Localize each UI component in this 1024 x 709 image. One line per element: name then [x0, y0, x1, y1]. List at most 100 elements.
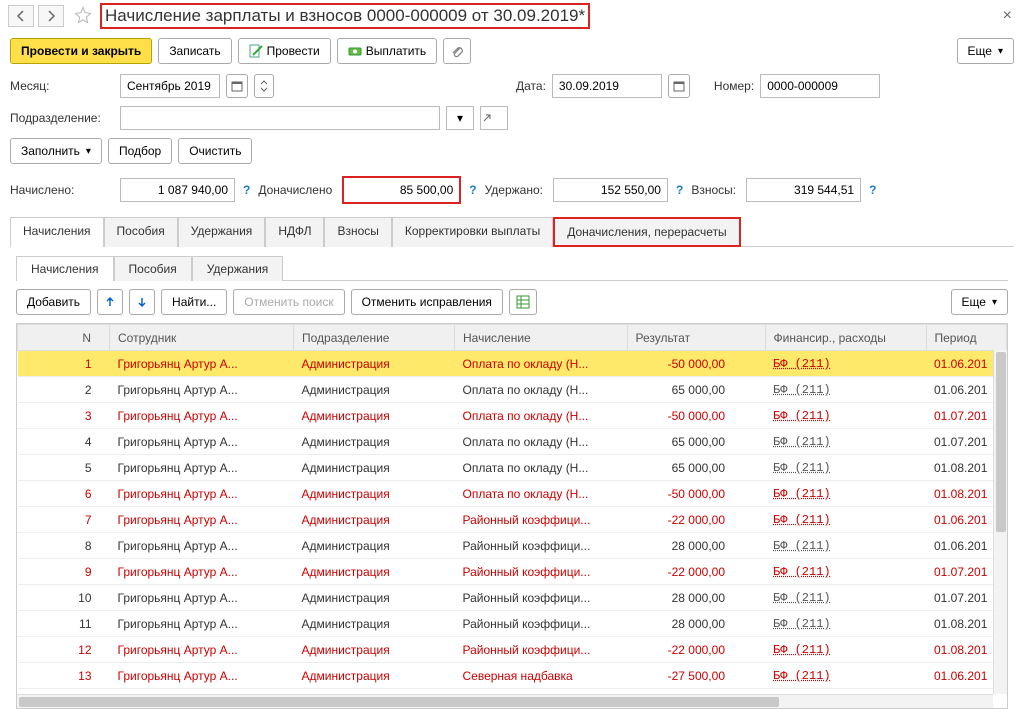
save-button[interactable]: Записать [158, 38, 231, 64]
accrued-help[interactable]: ? [241, 183, 252, 197]
col-result[interactable]: Результат [627, 325, 765, 351]
post-and-close-button[interactable]: Провести и закрыть [10, 38, 152, 64]
contributions-help[interactable]: ? [867, 183, 878, 197]
nav-forward-button[interactable] [38, 5, 64, 27]
cell-n: 11 [18, 611, 110, 637]
additional-help[interactable]: ? [467, 183, 478, 197]
tab-deductions[interactable]: Удержания [178, 217, 266, 247]
withheld-help[interactable]: ? [674, 183, 685, 197]
pay-button[interactable]: Выплатить [337, 38, 438, 64]
fill-button[interactable]: Заполнить [10, 138, 102, 164]
add-row-button[interactable]: Добавить [16, 289, 91, 315]
cell-employee: Григорьянц Артур А... [110, 429, 294, 455]
tab-contributions[interactable]: Взносы [324, 217, 391, 247]
cell-n: 4 [18, 429, 110, 455]
tab-ndfl[interactable]: НДФЛ [265, 217, 324, 247]
tab-benefits[interactable]: Пособия [104, 217, 178, 247]
col-accrual[interactable]: Начисление [455, 325, 628, 351]
department-dropdown-button[interactable]: ▾ [446, 106, 474, 130]
table-row[interactable]: 1Григорьянц Артур А...АдминистрацияОплат… [18, 351, 1007, 377]
cell-employee: Григорьянц Артур А... [110, 481, 294, 507]
pay-icon [348, 44, 362, 58]
horizontal-scrollbar[interactable] [17, 694, 993, 708]
col-financing[interactable]: Финансир., расходы [765, 325, 926, 351]
main-tabs: Начисления Пособия Удержания НДФЛ Взносы… [10, 216, 1014, 247]
cancel-corrections-button[interactable]: Отменить исправления [351, 289, 503, 315]
sub-tabs: Начисления Пособия Удержания [16, 255, 1008, 281]
month-input[interactable] [120, 74, 220, 98]
clear-button[interactable]: Очистить [178, 138, 252, 164]
table-row[interactable]: 4Григорьянц Артур А...АдминистрацияОплат… [18, 429, 1007, 455]
col-n[interactable]: N [18, 325, 110, 351]
tab-recalculations[interactable]: Доначисления, перерасчеты [553, 217, 740, 247]
table-row[interactable]: 10Григорьянц Артур А...АдминистрацияРайо… [18, 585, 1007, 611]
table-more-button[interactable]: Еще [951, 289, 1008, 315]
cell-accrual: Оплата по окладу (Н... [455, 351, 628, 377]
table-row[interactable]: 5Григорьянц Артур А...АдминистрацияОплат… [18, 455, 1007, 481]
table-row[interactable]: 13Григорьянц Артур А...АдминистрацияСеве… [18, 663, 1007, 689]
more-button[interactable]: Еще [957, 38, 1014, 64]
select-button[interactable]: Подбор [108, 138, 172, 164]
cell-accrual: Районный коэффици... [455, 507, 628, 533]
cell-n: 5 [18, 455, 110, 481]
table-row[interactable]: 9Григорьянц Артур А...АдминистрацияРайон… [18, 559, 1007, 585]
cell-accrual: Районный коэффици... [455, 637, 628, 663]
month-calendar-button[interactable] [226, 74, 248, 98]
tab-corrections[interactable]: Корректировки выплаты [392, 217, 553, 247]
cell-accrual: Районный коэффици... [455, 559, 628, 585]
stepper-icon [259, 80, 269, 92]
post-button[interactable]: Провести [238, 38, 331, 64]
cell-accrual: Районный коэффици... [455, 611, 628, 637]
table-row[interactable]: 11Григорьянц Артур А...АдминистрацияРайо… [18, 611, 1007, 637]
table-row[interactable]: 6Григорьянц Артур А...АдминистрацияОплат… [18, 481, 1007, 507]
attach-button[interactable] [443, 38, 471, 64]
cell-financing: БФ (211) [765, 663, 926, 689]
vertical-scrollbar[interactable] [993, 350, 1007, 694]
subtab-accruals[interactable]: Начисления [16, 256, 114, 281]
subtab-deductions[interactable]: Удержания [192, 256, 284, 281]
tab-accruals[interactable]: Начисления [10, 217, 104, 247]
cell-employee: Григорьянц Артур А... [110, 507, 294, 533]
date-calendar-button[interactable] [668, 74, 690, 98]
cell-department: Администрация [294, 507, 455, 533]
date-input[interactable] [552, 74, 662, 98]
cell-financing: БФ (211) [765, 429, 926, 455]
show-details-button[interactable] [509, 289, 537, 315]
cell-financing: БФ (211) [765, 377, 926, 403]
move-up-button[interactable] [97, 289, 123, 315]
cell-accrual: Оплата по окладу (Н... [455, 429, 628, 455]
cell-employee: Григорьянц Артур А... [110, 533, 294, 559]
cell-accrual: Районный коэффици... [455, 585, 628, 611]
cancel-find-button[interactable]: Отменить поиск [233, 289, 344, 315]
table-row[interactable]: 2Григорьянц Артур А...АдминистрацияОплат… [18, 377, 1007, 403]
withheld-value[interactable] [553, 178, 668, 202]
col-period[interactable]: Период [926, 325, 1007, 351]
cell-financing: БФ (211) [765, 585, 926, 611]
find-button[interactable]: Найти... [161, 289, 227, 315]
month-stepper-button[interactable] [254, 74, 274, 98]
favorite-star-icon[interactable] [74, 6, 94, 26]
department-input[interactable] [120, 106, 440, 130]
table-row[interactable]: 12Григорьянц Артур А...АдминистрацияРайо… [18, 637, 1007, 663]
department-open-button[interactable] [480, 106, 508, 130]
table-row[interactable]: 7Григорьянц Артур А...АдминистрацияРайон… [18, 507, 1007, 533]
close-button[interactable]: × [999, 7, 1016, 25]
header-row-1: Месяц: Дата: Номер: [0, 70, 1024, 102]
cell-department: Администрация [294, 429, 455, 455]
contributions-value[interactable] [746, 178, 861, 202]
table-row[interactable]: 8Григорьянц Артур А...АдминистрацияРайон… [18, 533, 1007, 559]
cell-accrual: Северная надбавка [455, 663, 628, 689]
col-department[interactable]: Подразделение [294, 325, 455, 351]
table-row[interactable]: 3Григорьянц Артур А...АдминистрацияОплат… [18, 403, 1007, 429]
department-label: Подразделение: [10, 111, 114, 125]
additional-value[interactable] [344, 178, 459, 202]
cell-accrual: Оплата по окладу (Н... [455, 455, 628, 481]
col-employee[interactable]: Сотрудник [110, 325, 294, 351]
number-label: Номер: [714, 79, 754, 93]
cell-n: 8 [18, 533, 110, 559]
move-down-button[interactable] [129, 289, 155, 315]
number-input[interactable] [760, 74, 880, 98]
subtab-benefits[interactable]: Пособия [114, 256, 192, 281]
accrued-value[interactable] [120, 178, 235, 202]
nav-back-button[interactable] [8, 5, 34, 27]
